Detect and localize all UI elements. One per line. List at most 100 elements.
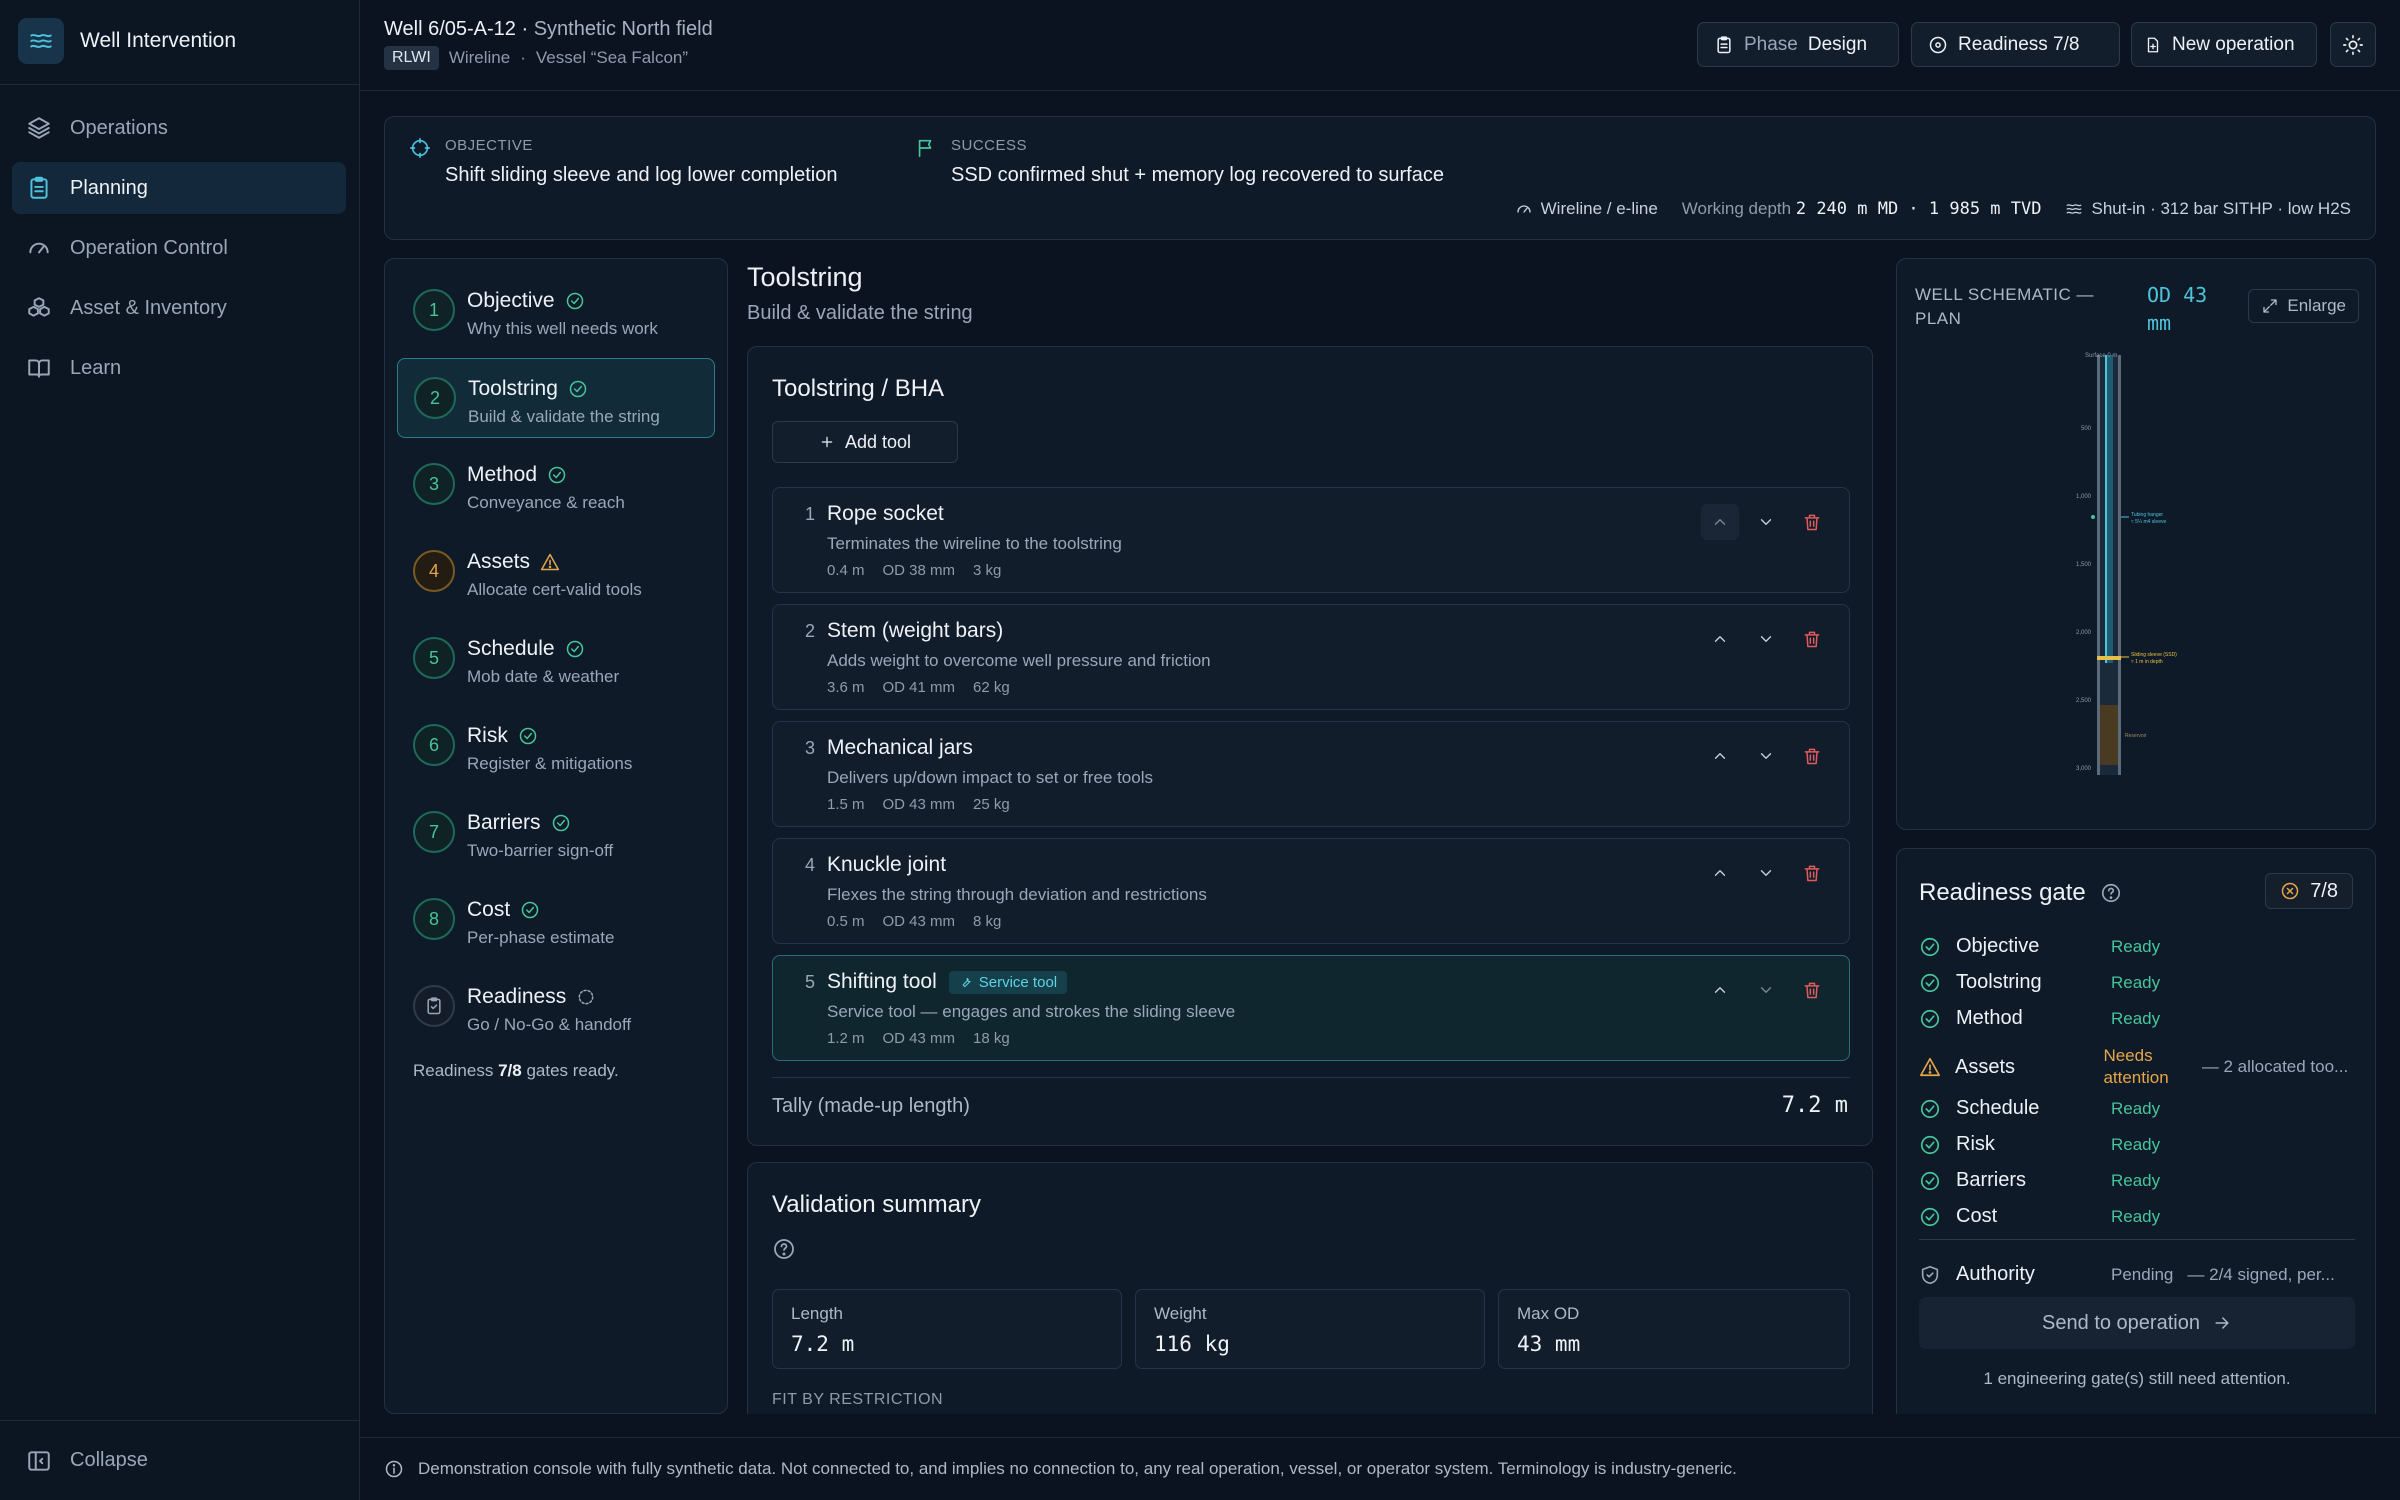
delete-tool-button[interactable] <box>1793 738 1831 774</box>
gate-detail: — 2/4 signed, per... <box>2187 1264 2335 1284</box>
tool-row[interactable]: 5 Shifting tool Service tool Service tool —… <box>772 955 1850 1061</box>
gate-row-schedule[interactable]: Schedule Ready <box>1919 1097 2355 1120</box>
send-to-operation-button[interactable]: Send to operation <box>1919 1297 2355 1349</box>
gate-status: Pending <box>2111 1264 2174 1284</box>
check-circle-icon <box>1919 972 1943 994</box>
separator-dot: · <box>520 48 526 67</box>
tubing-hanger-sublabel: ≈ 5¼ m4 sleeve <box>2131 519 2166 525</box>
service-tool-badge: Service tool <box>948 970 1068 994</box>
gauge-icon <box>1515 200 1533 218</box>
gate-row-assets[interactable]: Assets Needs attention — 2 allocated too..… <box>1919 1045 2355 1089</box>
clipboard-icon <box>1714 35 1734 55</box>
gate-row-risk[interactable]: Risk Ready <box>1919 1133 2355 1156</box>
delete-tool-button[interactable] <box>1793 855 1831 891</box>
well-schematic-diagram[interactable]: Surface 0 m 500 1,000 1,500 2,000 2,500 … <box>2057 349 2217 809</box>
tool-name-text: Rope socket <box>827 502 944 525</box>
step-badge: 4 <box>413 550 455 592</box>
tool-row[interactable]: 1 Rope socket Terminates the wireline to t… <box>772 487 1850 593</box>
move-down-button[interactable] <box>1747 621 1785 657</box>
objective-block: OBJECTIVE Shift sliding sleeve and log l… <box>409 135 837 187</box>
depth-label: Working depth <box>1681 199 1792 218</box>
move-down-button[interactable] <box>1747 972 1785 1008</box>
brand[interactable]: Well Intervention <box>18 18 236 64</box>
gate-row-method[interactable]: Method Ready <box>1919 1007 2355 1030</box>
phase-value: Design <box>1807 33 1868 55</box>
step-toolstring[interactable]: 2 Toolstring Build & validate the string <box>397 358 715 438</box>
phase-button[interactable]: Phase Design <box>1697 22 1899 67</box>
gate-status: Ready <box>2111 1008 2161 1028</box>
banner-meta: Wireline / e-line Working depth 2 240 m … <box>1515 199 2351 219</box>
tool-name: Mechanical jars <box>827 736 973 760</box>
nav-item-operation-control[interactable]: Operation Control <box>12 222 346 274</box>
move-up-button[interactable] <box>1701 504 1739 540</box>
validation-summary: Validation summary Length 7.2 m Weight 1… <box>747 1162 1873 1414</box>
tool-row[interactable]: 4 Knuckle joint Flexes the string through … <box>772 838 1850 944</box>
step-readiness[interactable]: Readiness Go / No-Go & handoff <box>397 967 715 1047</box>
move-up-button[interactable] <box>1701 855 1739 891</box>
nav-item-operations[interactable]: Operations <box>12 102 346 154</box>
readiness-button[interactable]: Readiness 7/8 <box>1911 22 2120 67</box>
move-up-button[interactable] <box>1701 738 1739 774</box>
delete-tool-button[interactable] <box>1793 972 1831 1008</box>
success-block: SUCCESS SSD confirmed shut + memory log … <box>915 135 1444 187</box>
well-schematic-panel: WELL SCHEMATIC — PLAN OD 43 mm Enlarge S… <box>1896 258 2376 830</box>
move-up-button[interactable] <box>1701 972 1739 1008</box>
move-down-button[interactable] <box>1747 738 1785 774</box>
step-title-text: Cost <box>467 898 511 921</box>
chevron-down-icon <box>1757 981 1775 999</box>
check-circle-icon <box>565 291 585 311</box>
step-title: Toolstring <box>468 377 714 401</box>
nav-item-learn[interactable]: Learn <box>12 342 346 394</box>
delete-tool-button[interactable] <box>1793 504 1831 540</box>
gate-name: Assets <box>1954 1055 2016 1078</box>
step-assets[interactable]: 4 Assets Allocate cert-valid tools <box>397 532 715 612</box>
step-cost[interactable]: 8 Cost Per-phase estimate <box>397 880 715 960</box>
check-circle-icon <box>547 465 567 485</box>
nav-item-planning[interactable]: Planning <box>12 162 346 214</box>
chevron-up-icon <box>1711 747 1729 765</box>
depth-tick-label: 2,500 <box>2076 698 2092 704</box>
theme-toggle-button[interactable] <box>2330 22 2376 67</box>
boxes-icon <box>26 295 52 321</box>
tool-description: Flexes the string through deviation and … <box>827 885 1207 904</box>
gate-row-objective[interactable]: Objective Ready <box>1919 935 2355 958</box>
step-risk[interactable]: 6 Risk Register & mitigations <box>397 706 715 786</box>
nav-item-asset-inventory[interactable]: Asset & Inventory <box>12 282 346 334</box>
step-objective[interactable]: 1 Objective Why this well needs work <box>397 271 715 351</box>
help-icon[interactable] <box>2100 882 2122 904</box>
tool-length: 0.4 m <box>827 562 865 579</box>
move-down-button[interactable] <box>1747 504 1785 540</box>
collapse-button[interactable]: Collapse <box>0 1420 360 1500</box>
step-title-text: Objective <box>467 289 555 312</box>
enlarge-button[interactable]: Enlarge <box>2248 289 2359 323</box>
arrow-right-icon <box>2212 1313 2232 1333</box>
gate-row-toolstring[interactable]: Toolstring Ready <box>1919 971 2355 994</box>
depth-meta: Working depth 2 240 m MD · 1 985 m TVD <box>1682 199 2042 219</box>
enlarge-label: Enlarge <box>2287 296 2346 315</box>
tool-row[interactable]: 3 Mechanical jars Delivers up/down impact … <box>772 721 1850 827</box>
file-plus-icon <box>2144 36 2162 54</box>
gate-row-cost[interactable]: Cost Ready <box>1919 1205 2355 1228</box>
depth-value: 2 240 m MD · 1 985 m TVD <box>1795 199 2042 219</box>
tubing-hanger-label: Tubing hanger <box>2131 512 2163 518</box>
step-number: 8 <box>428 908 439 929</box>
gate-row-barriers[interactable]: Barriers Ready <box>1919 1169 2355 1192</box>
tool-index: 3 <box>805 738 816 758</box>
step-method[interactable]: 3 Method Conveyance & reach <box>397 445 715 525</box>
step-schedule[interactable]: 5 Schedule Mob date & weather <box>397 619 715 699</box>
add-tool-button[interactable]: Add tool <box>772 421 958 463</box>
readiness-label: Readiness 7/8 <box>1958 33 2080 55</box>
check-circle-icon <box>551 813 571 833</box>
gate-name: Cost <box>1956 1205 1998 1227</box>
check-circle-icon <box>1919 1206 1943 1228</box>
move-up-button[interactable] <box>1701 621 1739 657</box>
delete-tool-button[interactable] <box>1793 621 1831 657</box>
step-barriers[interactable]: 7 Barriers Two-barrier sign-off <box>397 793 715 873</box>
help-icon[interactable] <box>772 1237 796 1261</box>
well-title: Well 6/05-A-12 · Synthetic North field <box>384 18 713 41</box>
chevron-down-icon <box>1757 630 1775 648</box>
tool-row[interactable]: 2 Stem (weight bars) Adds weight to overco… <box>772 604 1850 710</box>
new-operation-button[interactable]: New operation <box>2131 22 2317 67</box>
well-state-meta: Shut-in · 312 bar SITHP · low H2S <box>2065 199 2351 219</box>
move-down-button[interactable] <box>1747 855 1785 891</box>
